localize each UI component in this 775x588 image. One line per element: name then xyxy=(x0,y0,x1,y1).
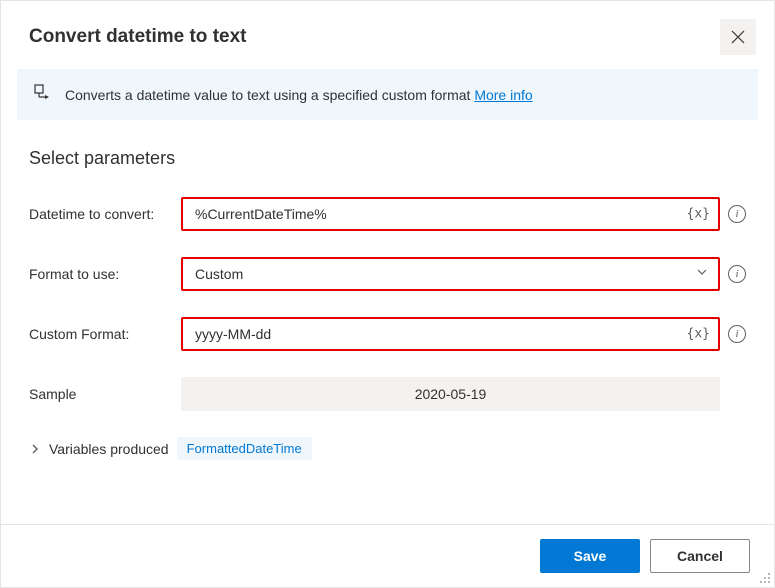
save-button[interactable]: Save xyxy=(540,539,640,573)
help-icon[interactable]: i xyxy=(728,325,746,343)
select-wrap-format: Custom xyxy=(181,257,720,291)
row-sample: Sample 2020-05-19 xyxy=(29,377,746,411)
help-icon[interactable]: i xyxy=(728,265,746,283)
more-info-link[interactable]: More info xyxy=(474,87,532,103)
label-sample: Sample xyxy=(29,386,181,402)
expand-toggle[interactable] xyxy=(29,443,41,455)
custom-format-input[interactable] xyxy=(183,320,718,348)
insert-variable-icon[interactable]: {x} xyxy=(687,207,710,222)
dialog-header: Convert datetime to text xyxy=(1,1,774,69)
close-icon xyxy=(731,30,745,44)
cancel-button[interactable]: Cancel xyxy=(650,539,750,573)
insert-variable-icon[interactable]: {x} xyxy=(687,327,710,342)
info-text: Converts a datetime value to text using … xyxy=(65,87,533,103)
info-banner: Converts a datetime value to text using … xyxy=(17,69,758,120)
datetime-text-icon xyxy=(33,83,53,106)
row-custom-format: Custom Format: {x} i xyxy=(29,317,746,351)
input-wrap-datetime: {x} xyxy=(181,197,720,231)
datetime-to-convert-input[interactable] xyxy=(183,200,718,228)
variables-produced-row: Variables produced FormattedDateTime xyxy=(29,437,746,460)
chevron-right-icon xyxy=(29,443,41,455)
input-wrap-custom-format: {x} xyxy=(181,317,720,351)
variables-produced-label: Variables produced xyxy=(49,441,169,457)
content-area: Select parameters Datetime to convert: {… xyxy=(1,120,774,476)
dialog-footer: Save Cancel xyxy=(1,524,774,587)
resize-grip-icon xyxy=(759,572,771,584)
row-format-to-use: Format to use: Custom i xyxy=(29,257,746,291)
section-title: Select parameters xyxy=(29,148,746,169)
dialog-title: Convert datetime to text xyxy=(29,26,246,48)
close-button[interactable] xyxy=(720,19,756,55)
label-custom-format: Custom Format: xyxy=(29,326,181,342)
variable-badge[interactable]: FormattedDateTime xyxy=(177,437,312,460)
info-text-body: Converts a datetime value to text using … xyxy=(65,87,474,103)
label-format-to-use: Format to use: xyxy=(29,266,181,282)
help-icon[interactable]: i xyxy=(728,205,746,223)
label-datetime-to-convert: Datetime to convert: xyxy=(29,206,181,222)
sample-value: 2020-05-19 xyxy=(181,377,720,411)
format-to-use-select[interactable]: Custom xyxy=(183,260,718,288)
row-datetime-to-convert: Datetime to convert: {x} i xyxy=(29,197,746,231)
